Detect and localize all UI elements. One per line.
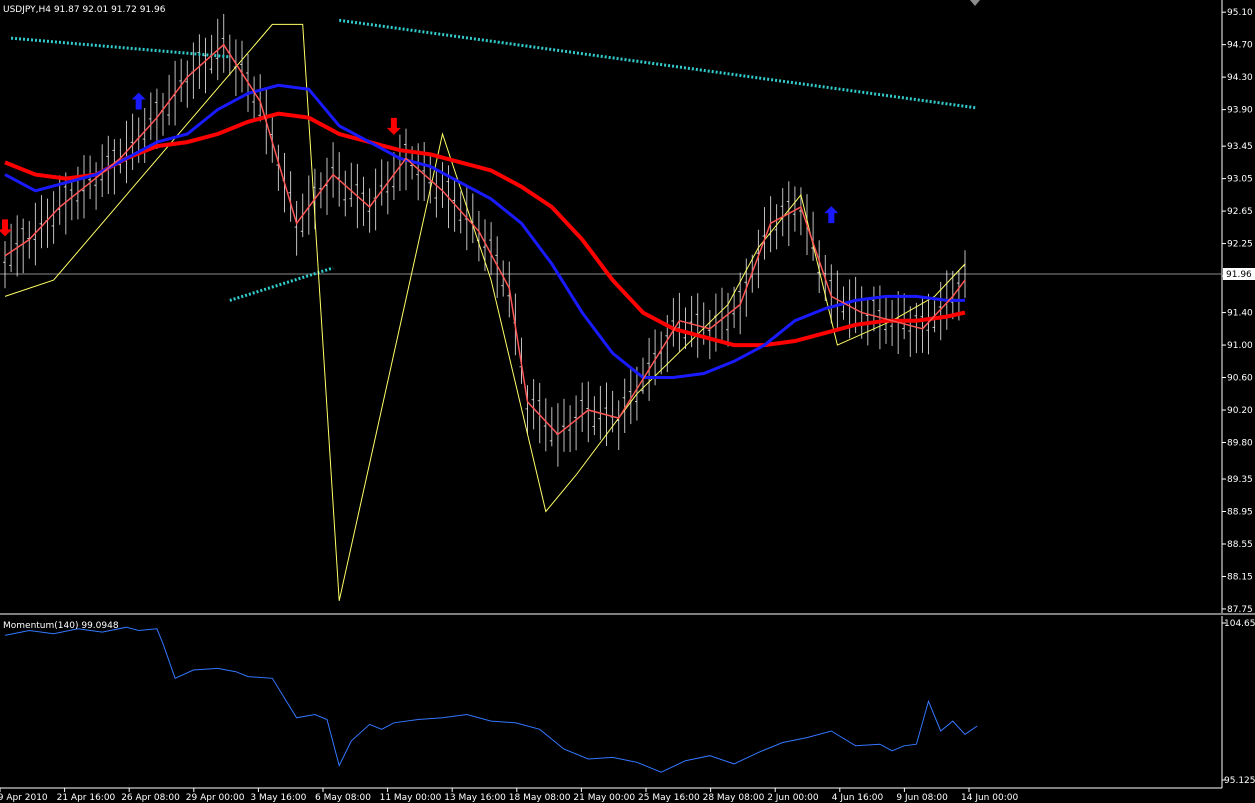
price-tick-label: 87.75 xyxy=(1227,605,1253,615)
time-tick-label: 13 May 16:00 xyxy=(444,793,506,803)
price-tick-label: 93.90 xyxy=(1227,106,1253,116)
time-tick-label: 21 May 00:00 xyxy=(573,793,635,803)
price-tick-label: 95.10 xyxy=(1227,8,1253,18)
time-tick-label: 26 Apr 08:00 xyxy=(121,793,180,803)
price-tick-label: 92.65 xyxy=(1227,207,1253,217)
price-tick-label: 94.30 xyxy=(1227,73,1253,83)
price-tick-label: 89.80 xyxy=(1227,438,1253,448)
price-tick-label: 93.05 xyxy=(1227,175,1253,185)
price-tick-label: 88.15 xyxy=(1227,572,1253,582)
price-tick-label: 90.60 xyxy=(1227,374,1253,384)
momentum-tick-label: 95.1257 xyxy=(1224,776,1255,786)
time-tick-label: 19 Apr 2010 xyxy=(0,793,48,803)
time-tick-label: 18 May 08:00 xyxy=(509,793,571,803)
price-tick-label: 94.70 xyxy=(1227,41,1253,51)
current-price-label: 91.96 xyxy=(1226,270,1252,280)
symbol-info: USDJPY,H4 91.87 92.01 91.72 91.96 xyxy=(3,5,166,15)
indicator-label: Momentum(140) 99.0948 xyxy=(3,621,119,631)
time-tick-label: 6 May 08:00 xyxy=(315,793,371,803)
time-tick-label: 25 May 16:00 xyxy=(638,793,700,803)
price-tick-label: 91.00 xyxy=(1227,341,1253,351)
time-tick-label: 2 Jun 00:00 xyxy=(767,793,819,803)
time-tick-label: 28 May 08:00 xyxy=(703,793,765,803)
time-tick-label: 29 Apr 00:00 xyxy=(186,793,245,803)
time-tick-label: 21 Apr 16:00 xyxy=(57,793,116,803)
price-tick-label: 88.55 xyxy=(1227,540,1253,550)
chart-window: 95.10 94.70 94.30 93.90 93.45 93.05 92.65 92.25… xyxy=(0,0,1255,803)
time-tick-label: 3 May 16:00 xyxy=(250,793,306,803)
price-tick-label: 89.35 xyxy=(1227,475,1253,485)
time-tick-label: 11 May 00:00 xyxy=(380,793,442,803)
momentum-tick-label: 104.654 xyxy=(1224,619,1255,629)
time-tick-label: 14 Jun 00:00 xyxy=(961,793,1018,803)
price-tick-label: 93.45 xyxy=(1227,142,1253,152)
price-tick-label: 92.25 xyxy=(1227,240,1253,250)
price-tick-label: 91.40 xyxy=(1227,309,1253,319)
price-tick-label: 90.20 xyxy=(1227,406,1253,416)
time-tick-label: 9 Jun 08:00 xyxy=(896,793,948,803)
time-tick-label: 4 Jun 16:00 xyxy=(832,793,884,803)
price-tick-label: 88.95 xyxy=(1227,508,1253,518)
